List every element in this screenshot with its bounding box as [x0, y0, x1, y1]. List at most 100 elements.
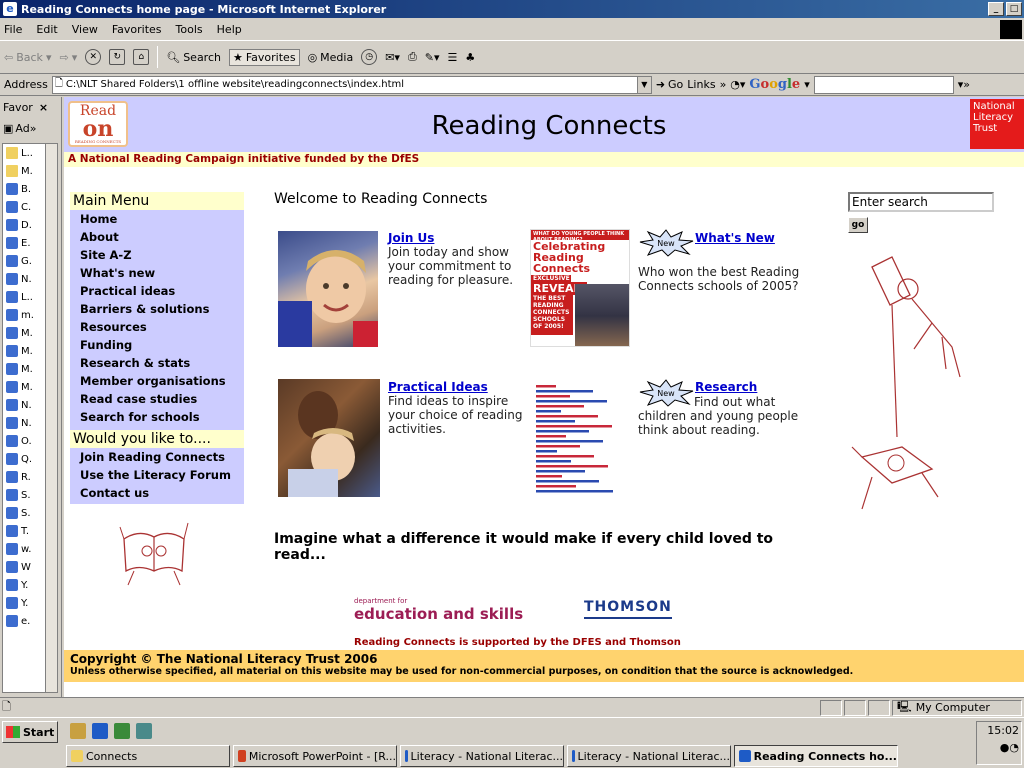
- magazine-cover-image[interactable]: WHAT DO YOUNG PEOPLE THINK ABOUT READING…: [530, 229, 630, 347]
- ie-page-icon: [6, 345, 18, 357]
- nlt-logo[interactable]: National Literacy Trust: [970, 99, 1024, 149]
- close-icon[interactable]: ×: [39, 101, 48, 114]
- menu-home[interactable]: Home: [70, 210, 244, 228]
- chevron-down-icon[interactable]: ▾: [804, 78, 810, 91]
- menu-research-stats[interactable]: Research & stats: [70, 354, 244, 372]
- favorite-item-label: M.: [21, 327, 33, 339]
- media-button[interactable]: ◎ Media: [308, 51, 354, 64]
- menu-search-for-schools[interactable]: Search for schools: [70, 408, 244, 426]
- menu-site-a-z[interactable]: Site A-Z: [70, 246, 244, 264]
- favorite-item-label: w.: [21, 543, 32, 555]
- father-child-reading-photo[interactable]: [278, 379, 380, 497]
- address-bar: Address 🗋 C:\NLT Shared Folders\1 offlin…: [0, 74, 1024, 96]
- back-button[interactable]: ⇦ Back ▾: [4, 51, 51, 64]
- translate-icon[interactable]: ◔▾: [730, 78, 745, 91]
- menu-join-reading-connects[interactable]: Join Reading Connects: [70, 448, 244, 466]
- menu-funding[interactable]: Funding: [70, 336, 244, 354]
- favorite-item-label: T.: [21, 525, 30, 537]
- links-button[interactable]: Links: [687, 78, 715, 91]
- status-cell: [868, 699, 890, 716]
- menu-literacy-forum[interactable]: Use the Literacy Forum: [70, 466, 244, 484]
- links-chevron[interactable]: »: [720, 78, 727, 91]
- thumbnail-bar: [536, 400, 607, 403]
- network-icon[interactable]: ●: [1000, 741, 1010, 754]
- history-icon[interactable]: ◷: [361, 49, 378, 65]
- practical-ideas-link[interactable]: Practical Ideas: [388, 380, 528, 394]
- go-button[interactable]: ➜ Go: [656, 78, 683, 91]
- search-button[interactable]: 🔍︎ Search: [166, 51, 221, 64]
- ie-page-icon: [6, 507, 18, 519]
- ie-page-icon: [6, 579, 18, 591]
- messenger-icon[interactable]: ♣: [465, 51, 475, 64]
- favorite-item-label: R.: [21, 471, 31, 483]
- thomson-logo[interactable]: THOMSON: [584, 599, 672, 619]
- research-link[interactable]: Research: [695, 380, 757, 394]
- menu-practical-ideas[interactable]: Practical ideas: [70, 282, 244, 300]
- dfes-logo[interactable]: department for education and skills: [354, 597, 523, 623]
- chevron-down-icon[interactable]: ▼: [636, 76, 651, 93]
- mail-icon[interactable]: ✉▾: [385, 51, 400, 64]
- thumbnail-bar: [536, 430, 589, 433]
- menu-file[interactable]: File: [4, 23, 22, 36]
- refresh-icon[interactable]: ↻: [109, 49, 126, 65]
- menu-tools[interactable]: Tools: [176, 23, 203, 36]
- scrollbar[interactable]: [45, 144, 57, 692]
- window-title-bar[interactable]: e Reading Connects home page - Microsoft…: [0, 0, 1024, 18]
- task-reading-connects[interactable]: Reading Connects ho...: [734, 745, 898, 767]
- stop-icon[interactable]: ✕: [85, 49, 102, 65]
- ie-icon[interactable]: [92, 723, 108, 739]
- child-reading-photo[interactable]: [278, 231, 378, 347]
- minimize-button[interactable]: _: [988, 2, 1004, 16]
- join-us-link[interactable]: Join Us: [388, 231, 528, 245]
- favorite-item-label: M.: [21, 165, 33, 177]
- print-icon[interactable]: ⎙: [408, 50, 417, 64]
- menu-read-case-studies[interactable]: Read case studies: [70, 390, 244, 408]
- menu-resources[interactable]: Resources: [70, 318, 244, 336]
- menu-whats-new[interactable]: What's new: [70, 264, 244, 282]
- edit-icon[interactable]: ✎▾: [425, 51, 440, 64]
- address-label: Address: [4, 78, 48, 91]
- ie-icon: [572, 750, 575, 762]
- menu-member-organisations[interactable]: Member organisations: [70, 372, 244, 390]
- task-literacy-1[interactable]: Literacy - National Literac...: [400, 745, 564, 767]
- page-icon: 🗋: [54, 78, 63, 89]
- menu-contact-us[interactable]: Contact us: [70, 484, 244, 502]
- task-literacy-2[interactable]: Literacy - National Literac...: [567, 745, 731, 767]
- site-search-input[interactable]: Enter search: [848, 192, 994, 212]
- discuss-icon[interactable]: ☰: [448, 51, 458, 64]
- menu-help[interactable]: Help: [217, 23, 242, 36]
- forward-button[interactable]: ⇨ ▾: [59, 51, 77, 64]
- address-input[interactable]: 🗋 C:\NLT Shared Folders\1 offline websit…: [51, 75, 652, 94]
- favorites-list: L.. M. B. C. D. E. G. N. L.. m. M. M. M. M. N. N. O. Q. R.…: [2, 143, 58, 693]
- maximize-button[interactable]: □: [1006, 2, 1022, 16]
- home-icon[interactable]: ⌂: [133, 49, 150, 65]
- app-icon[interactable]: [136, 723, 152, 739]
- show-desktop-icon[interactable]: [70, 723, 86, 739]
- google-search-input[interactable]: [813, 75, 954, 94]
- menu-edit[interactable]: Edit: [36, 23, 57, 36]
- menu-favorites[interactable]: Favorites: [112, 23, 162, 36]
- whats-new-link[interactable]: What's New: [695, 231, 775, 245]
- favorite-item-label: G.: [21, 255, 32, 267]
- taskbar: Start Connects Microsoft PowerPoint - [R…: [0, 717, 1024, 768]
- ie-icon: e: [3, 2, 17, 16]
- start-button[interactable]: Start: [2, 721, 58, 743]
- menu-barriers-solutions[interactable]: Barriers & solutions: [70, 300, 244, 318]
- research-chart-thumbnail[interactable]: [530, 379, 630, 497]
- clock[interactable]: 15:02: [979, 724, 1019, 737]
- site-search-go-button[interactable]: go: [848, 217, 868, 233]
- task-powerpoint[interactable]: Microsoft PowerPoint - [R...: [233, 745, 397, 767]
- outlook-icon[interactable]: [114, 723, 130, 739]
- menu-about[interactable]: About: [70, 228, 244, 246]
- favorites-button[interactable]: ★ Favorites: [228, 48, 300, 66]
- volume-icon[interactable]: ◔: [1009, 741, 1019, 754]
- add-favorite-button[interactable]: ▣ Ad »: [0, 117, 61, 139]
- google-logo[interactable]: Google: [749, 77, 800, 92]
- research-text: Find out what children and young people …: [638, 395, 799, 437]
- menu-view[interactable]: View: [72, 23, 98, 36]
- thumbnail-bar: [536, 405, 584, 408]
- favorite-item-label: N.: [21, 399, 32, 411]
- favorites-pane: Favor × ▣ Ad » L.. M. B. C. D. E. G. N. L.. m. M. M…: [0, 97, 62, 697]
- chevron-down-icon[interactable]: ▾»: [958, 78, 970, 91]
- task-connects[interactable]: Connects: [66, 745, 230, 767]
